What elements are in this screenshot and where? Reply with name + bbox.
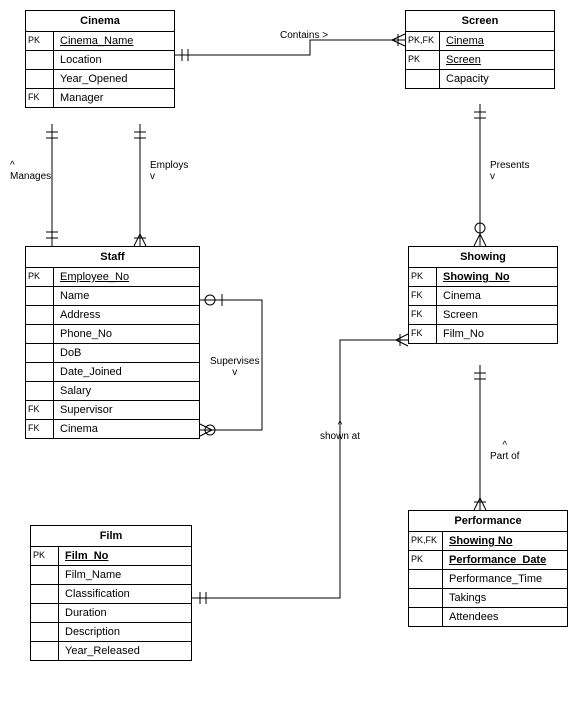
attr-cell: Cinema bbox=[437, 287, 557, 305]
attr-cell: Showing_No bbox=[437, 268, 557, 286]
key-cell bbox=[31, 566, 59, 584]
key-cell: PK bbox=[26, 32, 54, 50]
label-contains: Contains > bbox=[280, 30, 328, 41]
attr-cell: Address bbox=[54, 306, 199, 324]
attr-cell: DoB bbox=[54, 344, 199, 362]
attr-cell: Film_No bbox=[59, 547, 191, 565]
attr-cell: Cinema bbox=[54, 420, 199, 438]
key-cell bbox=[26, 344, 54, 362]
attr-cell: Takings bbox=[443, 589, 567, 607]
attr-cell: Description bbox=[59, 623, 191, 641]
label-part-of: ^ Part of bbox=[490, 440, 519, 462]
entity-film: Film PKFilm_No Film_Name Classification … bbox=[30, 525, 192, 661]
attr-cell: Performance_Date bbox=[443, 551, 567, 569]
attr-cell: Date_Joined bbox=[54, 363, 199, 381]
key-cell: PK bbox=[409, 268, 437, 286]
key-cell bbox=[31, 642, 59, 660]
attr-cell: Phone_No bbox=[54, 325, 199, 343]
attr-cell: Name bbox=[54, 287, 199, 305]
attr-cell: Year_Released bbox=[59, 642, 191, 660]
key-cell bbox=[409, 608, 443, 626]
entity-title: Performance bbox=[409, 511, 567, 532]
key-cell: FK bbox=[409, 287, 437, 305]
attr-cell: Capacity bbox=[440, 70, 554, 88]
attr-cell: Year_Opened bbox=[54, 70, 174, 88]
key-cell: FK bbox=[26, 420, 54, 438]
key-cell: FK bbox=[26, 401, 54, 419]
attr-cell: Supervisor bbox=[54, 401, 199, 419]
entity-staff: Staff PKEmployee_No Name Address Phone_N… bbox=[25, 246, 200, 439]
key-cell bbox=[409, 589, 443, 607]
entity-screen: Screen PK,FKCinema PKScreen Capacity bbox=[405, 10, 555, 89]
attr-cell: Film_No bbox=[437, 325, 557, 343]
key-cell bbox=[26, 325, 54, 343]
attr-cell: Manager bbox=[54, 89, 174, 107]
entity-title: Screen bbox=[406, 11, 554, 32]
entity-cinema: Cinema PKCinema_Name Location Year_Opene… bbox=[25, 10, 175, 108]
entity-title: Film bbox=[31, 526, 191, 547]
key-cell: FK bbox=[409, 306, 437, 324]
key-cell bbox=[26, 70, 54, 88]
attr-cell: Cinema_Name bbox=[54, 32, 174, 50]
attr-cell: Film_Name bbox=[59, 566, 191, 584]
attr-cell: Screen bbox=[440, 51, 554, 69]
key-cell: FK bbox=[26, 89, 54, 107]
key-cell bbox=[409, 570, 443, 588]
entity-showing: Showing PKShowing_No FKCinema FKScreen F… bbox=[408, 246, 558, 344]
label-presents: Presents v bbox=[490, 160, 529, 182]
key-cell bbox=[26, 306, 54, 324]
key-cell bbox=[26, 51, 54, 69]
attr-cell: Performance_Time bbox=[443, 570, 567, 588]
key-cell: PK,FK bbox=[406, 32, 440, 50]
attr-cell: Attendees bbox=[443, 608, 567, 626]
key-cell: PK,FK bbox=[409, 532, 443, 550]
key-cell: PK bbox=[31, 547, 59, 565]
attr-cell: Salary bbox=[54, 382, 199, 400]
key-cell bbox=[26, 287, 54, 305]
entity-title: Cinema bbox=[26, 11, 174, 32]
key-cell bbox=[31, 585, 59, 603]
key-cell bbox=[406, 70, 440, 88]
key-cell: PK bbox=[26, 268, 54, 286]
entity-title: Staff bbox=[26, 247, 199, 268]
attr-cell: Screen bbox=[437, 306, 557, 324]
attr-cell: Location bbox=[54, 51, 174, 69]
attr-cell: Classification bbox=[59, 585, 191, 603]
attr-cell: Showing No bbox=[443, 532, 567, 550]
entity-title: Showing bbox=[409, 247, 557, 268]
key-cell bbox=[31, 623, 59, 641]
key-cell bbox=[26, 382, 54, 400]
attr-cell: Duration bbox=[59, 604, 191, 622]
attr-cell: Cinema bbox=[440, 32, 554, 50]
key-cell: FK bbox=[409, 325, 437, 343]
key-cell: PK bbox=[406, 51, 440, 69]
label-supervises: Supervises v bbox=[210, 356, 259, 378]
key-cell bbox=[31, 604, 59, 622]
key-cell bbox=[26, 363, 54, 381]
label-manages: ^ Manages bbox=[10, 160, 51, 182]
attr-cell: Employee_No bbox=[54, 268, 199, 286]
key-cell: PK bbox=[409, 551, 443, 569]
entity-performance: Performance PK,FKShowing No PKPerformanc… bbox=[408, 510, 568, 627]
label-shown-at: ^ shown at bbox=[320, 420, 360, 442]
label-employs: Employs v bbox=[150, 160, 188, 182]
